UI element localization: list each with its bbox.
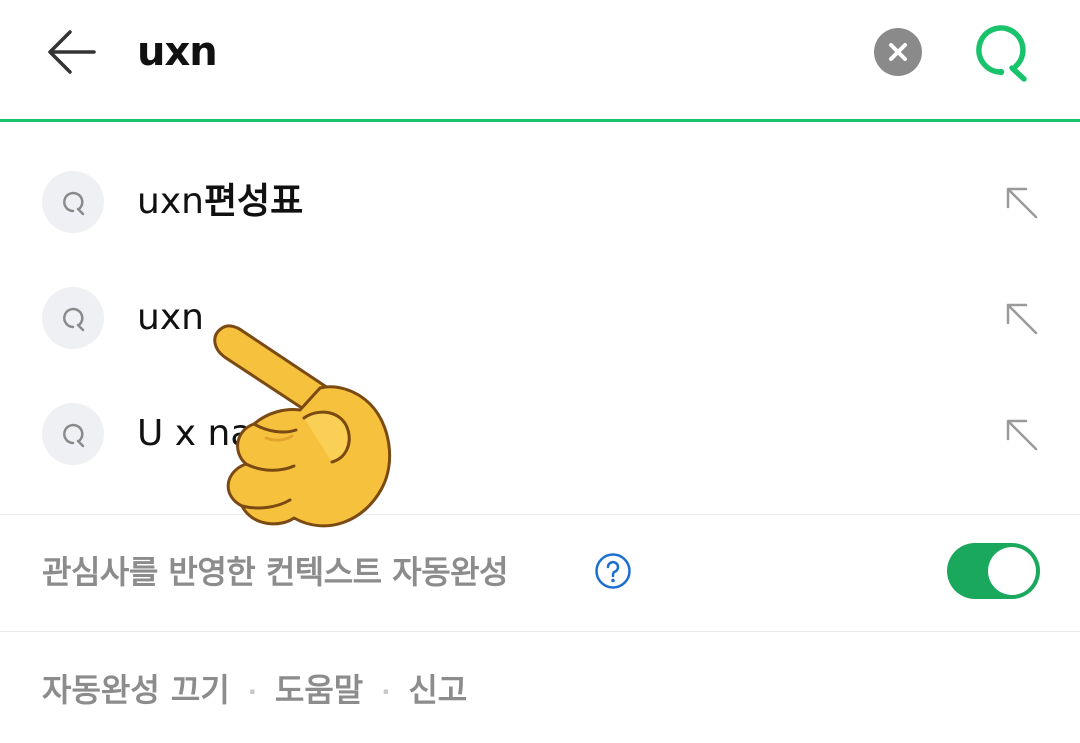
help-link[interactable]: 도움말 [275, 671, 363, 709]
search-icon[interactable] [966, 22, 1032, 84]
search-input[interactable]: uxn [137, 24, 218, 80]
divider [0, 514, 1080, 515]
suggestion-completion: 편성표 [203, 181, 304, 222]
toggle-knob [988, 547, 1036, 595]
insert-arrow-icon[interactable] [1000, 299, 1044, 339]
insert-arrow-icon[interactable] [1000, 415, 1044, 455]
search-icon [42, 287, 104, 349]
context-autocomplete-label: 관심사를 반영한 컨텍스트 자동완성 [42, 553, 509, 591]
turn-off-autocomplete-link[interactable]: 자동완성 끄기 [42, 671, 230, 709]
insert-arrow-icon[interactable] [1000, 183, 1044, 223]
suggestion-list: uxn편성표 uxn U x na [0, 145, 1080, 493]
suggestion-text: uxn편성표 [137, 171, 303, 233]
suggestion-match: uxn [137, 181, 204, 222]
suggestion-text: uxn [137, 287, 204, 349]
separator-dot: · [381, 678, 391, 706]
search-icon [42, 171, 104, 233]
report-link[interactable]: 신고 [408, 671, 467, 709]
footer-links: 자동완성 끄기 · 도움말 · 신고 [42, 663, 467, 717]
suggestion-match: uxn [137, 297, 204, 338]
suggestion-item[interactable]: uxn [0, 261, 1080, 377]
back-arrow-icon[interactable] [44, 24, 100, 80]
separator-dot: · [247, 678, 257, 706]
search-icon [42, 403, 104, 465]
suggestion-item[interactable]: uxn편성표 [0, 145, 1080, 261]
help-icon[interactable] [594, 552, 632, 590]
search-header: uxn [0, 0, 1080, 122]
pointing-hand-emoji [196, 312, 401, 532]
divider [0, 631, 1080, 632]
clear-icon[interactable] [874, 28, 922, 76]
context-autocomplete-toggle[interactable] [947, 543, 1040, 599]
suggestion-item[interactable]: U x na [0, 377, 1080, 493]
